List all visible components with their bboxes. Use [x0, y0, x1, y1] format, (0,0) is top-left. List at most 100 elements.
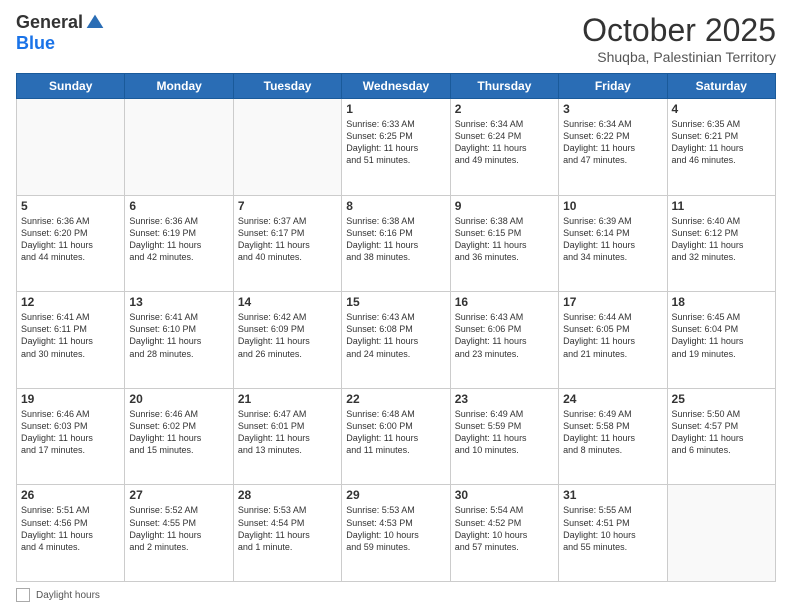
daylight-label: Daylight hours — [36, 590, 100, 601]
calendar-cell: 20 Sunrise: 6:46 AM Sunset: 6:02 PM Dayli… — [125, 388, 233, 485]
day-info: Sunrise: 6:41 AM Sunset: 6:11 PM Dayligh… — [21, 311, 120, 360]
calendar-cell: 15 Sunrise: 6:43 AM Sunset: 6:08 PM Dayli… — [342, 292, 450, 389]
day-info: Sunrise: 6:45 AM Sunset: 6:04 PM Dayligh… — [672, 311, 771, 360]
day-info: Sunrise: 6:47 AM Sunset: 6:01 PM Dayligh… — [238, 408, 337, 457]
day-number: 24 — [563, 392, 662, 406]
day-info: Sunrise: 6:43 AM Sunset: 6:08 PM Dayligh… — [346, 311, 445, 360]
calendar-cell: 23 Sunrise: 6:49 AM Sunset: 5:59 PM Dayli… — [450, 388, 558, 485]
calendar-cell: 2 Sunrise: 6:34 AM Sunset: 6:24 PM Daylig… — [450, 99, 558, 196]
day-info: Sunrise: 6:43 AM Sunset: 6:06 PM Dayligh… — [455, 311, 554, 360]
day-number: 21 — [238, 392, 337, 406]
day-number: 9 — [455, 199, 554, 213]
day-info: Sunrise: 6:41 AM Sunset: 6:10 PM Dayligh… — [129, 311, 228, 360]
calendar-cell — [667, 485, 775, 582]
day-number: 29 — [346, 488, 445, 502]
day-info: Sunrise: 6:40 AM Sunset: 6:12 PM Dayligh… — [672, 215, 771, 264]
calendar-cell: 30 Sunrise: 5:54 AM Sunset: 4:52 PM Dayli… — [450, 485, 558, 582]
day-number: 15 — [346, 295, 445, 309]
day-number: 23 — [455, 392, 554, 406]
calendar-cell: 31Sunrise: 5:55 AM Sunset: 4:51 PM Dayli… — [559, 485, 667, 582]
calendar-table: SundayMondayTuesdayWednesdayThursdayFrid… — [16, 73, 776, 582]
day-number: 2 — [455, 102, 554, 116]
day-number: 4 — [672, 102, 771, 116]
weekday-header-sunday: Sunday — [17, 74, 125, 99]
day-number: 31 — [563, 488, 662, 502]
day-info: Sunrise: 5:50 AM Sunset: 4:57 PM Dayligh… — [672, 408, 771, 457]
calendar-cell: 10Sunrise: 6:39 AM Sunset: 6:14 PM Dayli… — [559, 195, 667, 292]
day-info: Sunrise: 6:49 AM Sunset: 5:58 PM Dayligh… — [563, 408, 662, 457]
day-info: Sunrise: 6:36 AM Sunset: 6:19 PM Dayligh… — [129, 215, 228, 264]
day-info: Sunrise: 6:44 AM Sunset: 6:05 PM Dayligh… — [563, 311, 662, 360]
day-number: 11 — [672, 199, 771, 213]
calendar-cell: 13 Sunrise: 6:41 AM Sunset: 6:10 PM Dayli… — [125, 292, 233, 389]
calendar-week-row: 1 Sunrise: 6:33 AM Sunset: 6:25 PM Daylig… — [17, 99, 776, 196]
calendar-cell: 6 Sunrise: 6:36 AM Sunset: 6:19 PM Daylig… — [125, 195, 233, 292]
calendar-cell: 1 Sunrise: 6:33 AM Sunset: 6:25 PM Daylig… — [342, 99, 450, 196]
calendar-cell — [125, 99, 233, 196]
calendar-cell: 22Sunrise: 6:48 AM Sunset: 6:00 PM Dayli… — [342, 388, 450, 485]
calendar-cell: 24 Sunrise: 6:49 AM Sunset: 5:58 PM Dayli… — [559, 388, 667, 485]
calendar-cell: 3 Sunrise: 6:34 AM Sunset: 6:22 PM Daylig… — [559, 99, 667, 196]
day-number: 14 — [238, 295, 337, 309]
location: Shuqba, Palestinian Territory — [582, 49, 776, 65]
calendar-cell: 8Sunrise: 6:38 AM Sunset: 6:16 PM Daylig… — [342, 195, 450, 292]
calendar-cell: 21 Sunrise: 6:47 AM Sunset: 6:01 PM Dayli… — [233, 388, 341, 485]
day-info: Sunrise: 6:35 AM Sunset: 6:21 PM Dayligh… — [672, 118, 771, 167]
calendar-cell: 29Sunrise: 5:53 AM Sunset: 4:53 PM Dayli… — [342, 485, 450, 582]
day-info: Sunrise: 6:34 AM Sunset: 6:22 PM Dayligh… — [563, 118, 662, 167]
day-number: 3 — [563, 102, 662, 116]
day-info: Sunrise: 6:42 AM Sunset: 6:09 PM Dayligh… — [238, 311, 337, 360]
day-number: 16 — [455, 295, 554, 309]
day-info: Sunrise: 6:33 AM Sunset: 6:25 PM Dayligh… — [346, 118, 445, 167]
day-info: Sunrise: 6:39 AM Sunset: 6:14 PM Dayligh… — [563, 215, 662, 264]
logo-general-text: General — [16, 12, 83, 33]
day-number: 26 — [21, 488, 120, 502]
header: General Blue October 2025 Shuqba, Palest… — [16, 12, 776, 65]
day-info: Sunrise: 6:46 AM Sunset: 6:03 PM Dayligh… — [21, 408, 120, 457]
calendar-cell: 4 Sunrise: 6:35 AM Sunset: 6:21 PM Daylig… — [667, 99, 775, 196]
day-number: 28 — [238, 488, 337, 502]
logo-icon — [85, 13, 105, 33]
day-number: 5 — [21, 199, 120, 213]
day-info: Sunrise: 5:53 AM Sunset: 4:54 PM Dayligh… — [238, 504, 337, 553]
day-info: Sunrise: 6:38 AM Sunset: 6:16 PM Dayligh… — [346, 215, 445, 264]
day-number: 1 — [346, 102, 445, 116]
day-number: 17 — [563, 295, 662, 309]
day-info: Sunrise: 6:36 AM Sunset: 6:20 PM Dayligh… — [21, 215, 120, 264]
calendar-cell — [233, 99, 341, 196]
weekday-header-saturday: Saturday — [667, 74, 775, 99]
day-info: Sunrise: 5:51 AM Sunset: 4:56 PM Dayligh… — [21, 504, 120, 553]
calendar-week-row: 5 Sunrise: 6:36 AM Sunset: 6:20 PM Daylig… — [17, 195, 776, 292]
page: General Blue October 2025 Shuqba, Palest… — [0, 0, 792, 612]
day-number: 20 — [129, 392, 228, 406]
calendar-cell: 7Sunrise: 6:37 AM Sunset: 6:17 PM Daylig… — [233, 195, 341, 292]
calendar-cell: 19 Sunrise: 6:46 AM Sunset: 6:03 PM Dayli… — [17, 388, 125, 485]
day-info: Sunrise: 6:49 AM Sunset: 5:59 PM Dayligh… — [455, 408, 554, 457]
day-number: 30 — [455, 488, 554, 502]
weekday-header-wednesday: Wednesday — [342, 74, 450, 99]
footer: Daylight hours — [16, 588, 776, 602]
day-number: 12 — [21, 295, 120, 309]
day-info: Sunrise: 6:46 AM Sunset: 6:02 PM Dayligh… — [129, 408, 228, 457]
calendar-cell: 11 Sunrise: 6:40 AM Sunset: 6:12 PM Dayli… — [667, 195, 775, 292]
calendar-cell: 27Sunrise: 5:52 AM Sunset: 4:55 PM Dayli… — [125, 485, 233, 582]
day-number: 22 — [346, 392, 445, 406]
calendar-cell: 17 Sunrise: 6:44 AM Sunset: 6:05 PM Dayli… — [559, 292, 667, 389]
day-number: 7 — [238, 199, 337, 213]
calendar-cell: 12 Sunrise: 6:41 AM Sunset: 6:11 PM Dayli… — [17, 292, 125, 389]
weekday-header-monday: Monday — [125, 74, 233, 99]
calendar-cell: 14 Sunrise: 6:42 AM Sunset: 6:09 PM Dayli… — [233, 292, 341, 389]
calendar-cell: 9 Sunrise: 6:38 AM Sunset: 6:15 PM Daylig… — [450, 195, 558, 292]
day-number: 13 — [129, 295, 228, 309]
day-info: Sunrise: 5:54 AM Sunset: 4:52 PM Dayligh… — [455, 504, 554, 553]
logo-blue-text: Blue — [16, 33, 55, 54]
day-number: 6 — [129, 199, 228, 213]
title-section: October 2025 Shuqba, Palestinian Territo… — [582, 12, 776, 65]
calendar-cell — [17, 99, 125, 196]
weekday-header-friday: Friday — [559, 74, 667, 99]
day-number: 19 — [21, 392, 120, 406]
calendar-cell: 25 Sunrise: 5:50 AM Sunset: 4:57 PM Dayli… — [667, 388, 775, 485]
day-number: 25 — [672, 392, 771, 406]
day-info: Sunrise: 6:34 AM Sunset: 6:24 PM Dayligh… — [455, 118, 554, 167]
day-info: Sunrise: 6:38 AM Sunset: 6:15 PM Dayligh… — [455, 215, 554, 264]
